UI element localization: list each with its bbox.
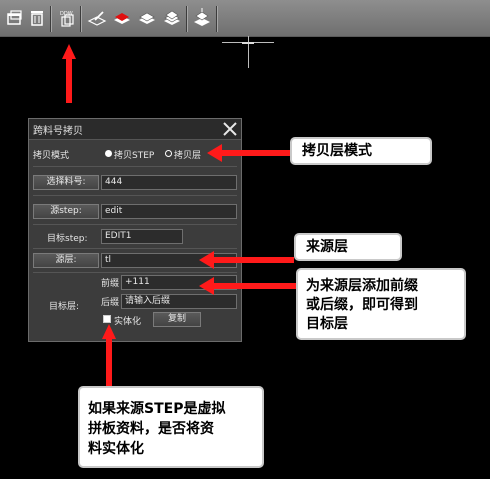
arrow-source-layer bbox=[199, 251, 294, 269]
annotation-arrows bbox=[62, 44, 296, 386]
arrow-copy-layer bbox=[207, 144, 290, 162]
arrow-solidify bbox=[102, 324, 116, 386]
arrow-prefix bbox=[199, 277, 296, 295]
arrow-toolbar bbox=[62, 44, 76, 103]
